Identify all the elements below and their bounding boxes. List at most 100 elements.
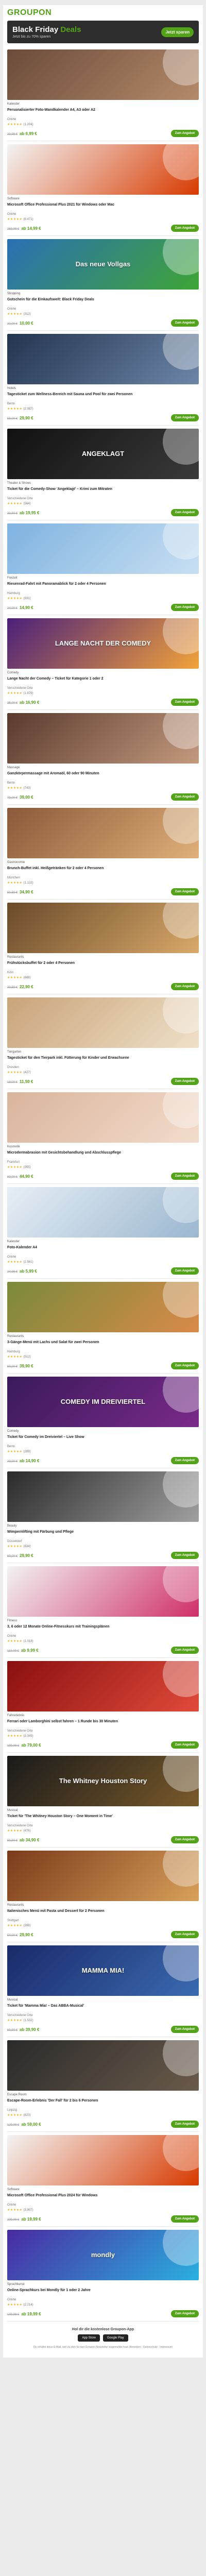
deal-title[interactable]: Microdermabrasion mit Gesichtsbehandlung… [7, 1150, 199, 1160]
deal-button[interactable]: Zum Angebot [170, 1362, 199, 1369]
deal-button[interactable]: Zum Angebot [170, 1078, 199, 1085]
deal-image[interactable] [7, 523, 199, 574]
deal-card[interactable]: Restaurants 3-Gänge-Menü mit Lachs und Sa… [7, 1279, 199, 1374]
deal-card[interactable]: Fitness 3, 6 oder 12 Monate Online-Fitnes… [7, 1563, 199, 1658]
deal-button[interactable]: Zum Angebot [170, 793, 199, 801]
deal-image[interactable]: Das neue Vollgas [7, 239, 199, 290]
deal-title[interactable]: Escape-Room-Erlebnis 'Der Fall' für 2 bi… [7, 2098, 199, 2108]
deal-image[interactable] [7, 1661, 199, 1711]
deal-title[interactable]: Gutschein für die Einkaufswelt: Black Fr… [7, 297, 199, 307]
deal-card[interactable]: Restaurants Italienisches Menü mit Pasta … [7, 1848, 199, 1942]
deal-card[interactable]: Gastronomie Brunch-Buffet inkl. Heißgeträ… [7, 805, 199, 900]
deal-image[interactable] [7, 49, 199, 100]
deal-button[interactable]: Zum Angebot [170, 319, 199, 327]
deal-image[interactable] [7, 1566, 199, 1617]
deal-title[interactable]: Brunch-Buffet inkl. Heißgetränken für 2 … [7, 866, 199, 875]
google-play-button[interactable]: Google Play [103, 2334, 128, 2342]
deal-image[interactable]: COMEDY IM DREIVIERTEL [7, 1377, 199, 1427]
deal-image[interactable]: MAMMA MIA! [7, 1945, 199, 1996]
deal-card[interactable]: Beauty Wimpernlifting mit Färbung und Pfl… [7, 1468, 199, 1563]
deal-image[interactable] [7, 1282, 199, 1332]
deal-image[interactable] [7, 1471, 199, 1522]
deal-image[interactable] [7, 2135, 199, 2185]
deal-card[interactable]: The Whitney Houston Story Musical Ticket f… [7, 1753, 199, 1848]
deal-card[interactable]: Tiergarten Tagesticket für den Tierpark i… [7, 994, 199, 1089]
deal-button[interactable]: Zum Angebot [170, 1836, 199, 1843]
deal-button[interactable]: Zum Angebot [170, 1647, 199, 1654]
black-friday-banner[interactable]: Black Friday Deals Jetzt bis zu 70% spar… [7, 21, 199, 43]
deal-button[interactable]: Zum Angebot [170, 2310, 199, 2317]
deal-button[interactable]: Zum Angebot [170, 2026, 199, 2033]
deal-title[interactable]: Online-Sprachkurs bei Mondly für 1 oder … [7, 2288, 199, 2297]
deal-title[interactable]: 3-Gänge-Menü mit Lachs und Salat für zwe… [7, 1340, 199, 1349]
deal-button[interactable]: Zum Angebot [170, 888, 199, 895]
deal-card[interactable]: Kalender Foto-Kalender A4 Online ★★★★★ (2.5… [7, 1184, 199, 1279]
deal-card[interactable]: Software Microsoft Office Professional Pl… [7, 141, 199, 236]
deal-image[interactable] [7, 2040, 199, 2091]
deal-button[interactable]: Zum Angebot [170, 509, 199, 516]
deal-image[interactable]: ANGEKLAGT [7, 429, 199, 479]
deal-title[interactable]: 3, 6 oder 12 Monate Online-Fitnesskurs m… [7, 1624, 199, 1634]
deal-card[interactable]: Restaurants Frühstücksbuffet für 2 oder 4… [7, 900, 199, 994]
deal-image[interactable]: The Whitney Houston Story [7, 1756, 199, 1806]
deal-title[interactable]: Ganzkörpermassage mit Aromaöl, 60 oder 9… [7, 771, 199, 781]
deal-title[interactable]: Wimpernlifting mit Färbung und Pflege [7, 1530, 199, 1539]
deal-image[interactable] [7, 144, 199, 195]
deal-title[interactable]: Microsoft Office Professional Plus 2024 … [7, 2193, 199, 2202]
deal-image[interactable] [7, 1851, 199, 1901]
deal-card[interactable]: Software Microsoft Office Professional Pl… [7, 2132, 199, 2227]
deal-image[interactable] [7, 713, 199, 764]
deal-title[interactable]: Ticket für 'Mamma Mia! – Das ABBA-Musica… [7, 2004, 199, 2013]
deal-title[interactable]: Microsoft Office Professional Plus 2021 … [7, 202, 199, 212]
deal-title[interactable]: Riesenrad-Fahrt mit Panoramablick für 2 … [7, 582, 199, 591]
deal-card[interactable]: Kalender Personalisierter Foto-Wandkalend… [7, 46, 199, 141]
deal-card[interactable]: Freizeit Riesenrad-Fahrt mit Panoramablic… [7, 520, 199, 615]
deal-image[interactable] [7, 1187, 199, 1238]
deal-title[interactable]: Ticket für Comedy im Dreiviertel – Live … [7, 1435, 199, 1444]
deal-button[interactable]: Zum Angebot [170, 699, 199, 706]
deal-image[interactable] [7, 334, 199, 384]
deal-title[interactable]: Personalisierter Foto-Wandkalender A4, A… [7, 108, 199, 117]
deal-title[interactable]: Ticket für 'The Whitney Houston Story – … [7, 1814, 199, 1823]
deal-title[interactable]: Lange Nacht der Comedy – Ticket für Kate… [7, 676, 199, 686]
deal-button[interactable]: Zum Angebot [170, 1457, 199, 1464]
deal-button[interactable]: Zum Angebot [170, 1741, 199, 1749]
deal-title[interactable]: Tagesticket zum Wellness-Bereich mit Sau… [7, 392, 199, 401]
deal-button[interactable]: Zum Angebot [170, 2215, 199, 2223]
deal-title[interactable]: Ticket für die Comedy-Show 'Angeklagt' –… [7, 487, 199, 496]
deal-image[interactable] [7, 808, 199, 858]
deal-button[interactable]: Zum Angebot [170, 225, 199, 232]
deal-button[interactable]: Zum Angebot [170, 2121, 199, 2128]
deal-button[interactable]: Zum Angebot [170, 130, 199, 137]
deal-card[interactable]: COMEDY IM DREIVIERTEL Comedy Ticket für Co… [7, 1374, 199, 1468]
deal-card[interactable]: ANGEKLAGT Theater & Shows Ticket für die C… [7, 426, 199, 520]
deal-card[interactable]: Massage Ganzkörpermassage mit Aromaöl, 60… [7, 710, 199, 805]
deal-card[interactable]: Escape Room Escape-Room-Erlebnis 'Der Fal… [7, 2037, 199, 2132]
deal-card[interactable]: mondly Sprachkurse Online-Sprachkurs bei M… [7, 2227, 199, 2321]
deal-card[interactable]: LANGE NACHT DER COMEDY Comedy Lange Nacht … [7, 615, 199, 710]
deal-card[interactable]: Fahrerlebnis Ferrari oder Lamborghini sel… [7, 1658, 199, 1753]
deal-image[interactable] [7, 1092, 199, 1143]
deal-title[interactable]: Foto-Kalender A4 [7, 1245, 199, 1255]
deal-image[interactable] [7, 997, 199, 1048]
banner-button[interactable]: Jetzt sparen [161, 27, 194, 37]
deal-card[interactable]: MAMMA MIA! Musical Ticket für 'Mamma Mia! … [7, 1942, 199, 2037]
deal-title[interactable]: Tagesticket für den Tierpark inkl. Fütte… [7, 1056, 199, 1065]
deal-image[interactable]: mondly [7, 2230, 199, 2280]
deal-button[interactable]: Zum Angebot [170, 604, 199, 611]
deal-button[interactable]: Zum Angebot [170, 1267, 199, 1275]
deal-button[interactable]: Zum Angebot [170, 983, 199, 990]
deal-button[interactable]: Zum Angebot [170, 414, 199, 421]
deal-title[interactable]: Ferrari oder Lamborghini selbst fahren –… [7, 1719, 199, 1728]
deal-image[interactable] [7, 903, 199, 953]
deal-card[interactable]: Hotels Tagesticket zum Wellness-Bereich m… [7, 331, 199, 426]
deal-button[interactable]: Zum Angebot [170, 1173, 199, 1180]
app-store-button[interactable]: App Store [78, 2334, 100, 2342]
deal-card[interactable]: Kosmetik Microdermabrasion mit Gesichtsbe… [7, 1089, 199, 1184]
deal-image[interactable]: LANGE NACHT DER COMEDY [7, 618, 199, 669]
deal-button[interactable]: Zum Angebot [170, 1931, 199, 1938]
groupon-logo[interactable]: GROUPON [7, 8, 52, 18]
deal-title[interactable]: Italienisches Menü mit Pasta und Dessert… [7, 1909, 199, 1918]
deal-button[interactable]: Zum Angebot [170, 1552, 199, 1559]
deal-title[interactable]: Frühstücksbuffet für 2 oder 4 Personen [7, 961, 199, 970]
